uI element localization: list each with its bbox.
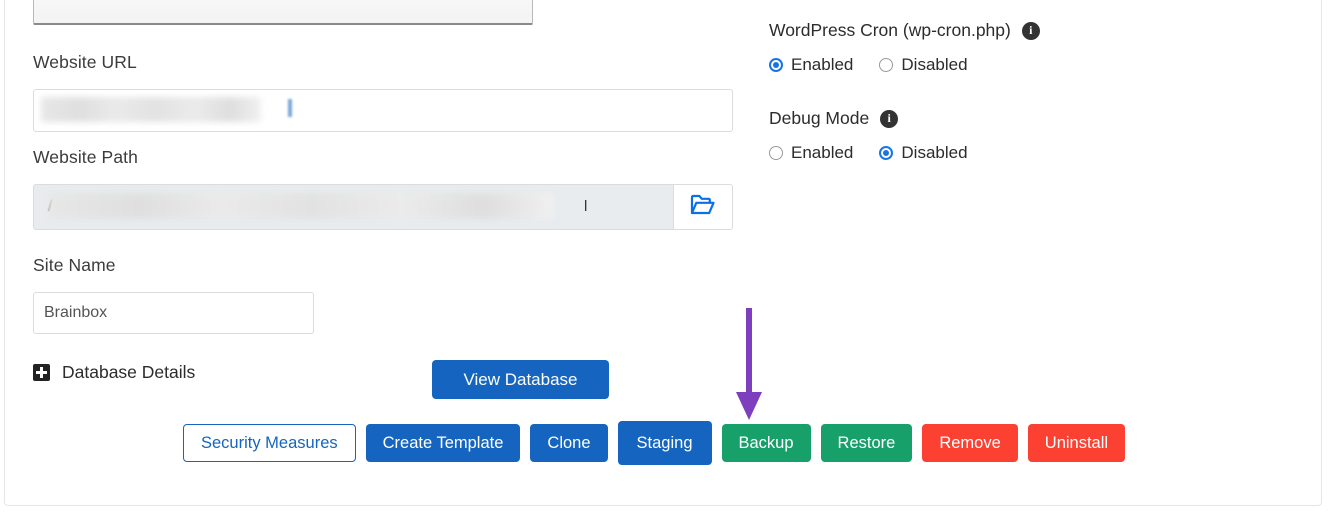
debug-mode-disabled-label: Disabled bbox=[901, 143, 968, 162]
website-url-field-wrap bbox=[33, 89, 733, 132]
website-url-redaction-tail bbox=[288, 99, 292, 117]
site-settings-panel: Website URL Website Path / l Site Name D… bbox=[0, 0, 1330, 516]
database-details-toggle[interactable]: Database Details bbox=[33, 362, 195, 383]
site-actions-toolbar: Security Measures Create Template Clone … bbox=[183, 421, 1126, 465]
wp-cron-option-group: WordPress Cron (wp-cron.php) i Enabled D… bbox=[769, 20, 1040, 75]
wp-cron-radio-group: Enabled Disabled bbox=[769, 55, 1040, 75]
wp-cron-title: WordPress Cron (wp-cron.php) bbox=[769, 20, 1011, 40]
security-measures-button[interactable]: Security Measures bbox=[183, 424, 356, 462]
view-database-button[interactable]: View Database bbox=[432, 360, 609, 399]
debug-mode-disabled-option[interactable]: Disabled bbox=[879, 143, 968, 163]
debug-mode-enabled-option[interactable]: Enabled bbox=[769, 143, 853, 163]
website-path-redaction bbox=[49, 193, 554, 219]
browse-path-button[interactable] bbox=[673, 184, 733, 230]
plus-square-icon bbox=[33, 364, 50, 381]
radio-indicator[interactable] bbox=[769, 146, 783, 160]
wp-cron-enabled-label: Enabled bbox=[791, 55, 854, 74]
site-name-input[interactable] bbox=[33, 292, 314, 334]
radio-indicator[interactable] bbox=[879, 146, 894, 160]
wp-cron-disabled-label: Disabled bbox=[901, 55, 968, 74]
info-icon[interactable]: i bbox=[880, 109, 899, 128]
debug-mode-title-row: Debug Mode i bbox=[769, 108, 968, 129]
debug-mode-title: Debug Mode bbox=[769, 108, 870, 128]
staging-pointer-arrow bbox=[733, 306, 765, 422]
debug-mode-radio-group: Enabled Disabled bbox=[769, 143, 968, 163]
remove-button[interactable]: Remove bbox=[922, 424, 1018, 462]
website-path-label: Website Path bbox=[33, 147, 138, 167]
open-folder-icon bbox=[690, 194, 716, 221]
radio-indicator[interactable] bbox=[879, 58, 894, 72]
debug-mode-option-group: Debug Mode i Enabled Disabled bbox=[769, 108, 968, 163]
partial-field-above bbox=[33, 0, 533, 25]
wp-cron-disabled-option[interactable]: Disabled bbox=[879, 55, 968, 75]
staging-button[interactable]: Staging bbox=[617, 421, 712, 465]
clone-button[interactable]: Clone bbox=[530, 424, 608, 462]
website-url-redaction bbox=[41, 97, 261, 122]
restore-button[interactable]: Restore bbox=[820, 424, 913, 462]
backup-button[interactable]: Backup bbox=[721, 424, 811, 462]
wp-cron-title-row: WordPress Cron (wp-cron.php) i bbox=[769, 20, 1040, 41]
uninstall-button[interactable]: Uninstall bbox=[1027, 424, 1126, 462]
website-url-label: Website URL bbox=[33, 52, 137, 72]
site-name-field-wrap bbox=[33, 292, 314, 334]
debug-mode-enabled-label: Enabled bbox=[791, 143, 854, 162]
site-name-label: Site Name bbox=[33, 255, 116, 275]
info-icon[interactable]: i bbox=[1021, 21, 1040, 40]
wp-cron-enabled-option[interactable]: Enabled bbox=[769, 55, 853, 75]
radio-indicator[interactable] bbox=[769, 58, 783, 72]
website-path-suffix: l bbox=[584, 198, 589, 215]
create-template-button[interactable]: Create Template bbox=[365, 424, 521, 462]
website-path-field-wrap: / l bbox=[33, 184, 733, 230]
database-details-label: Database Details bbox=[62, 362, 196, 382]
